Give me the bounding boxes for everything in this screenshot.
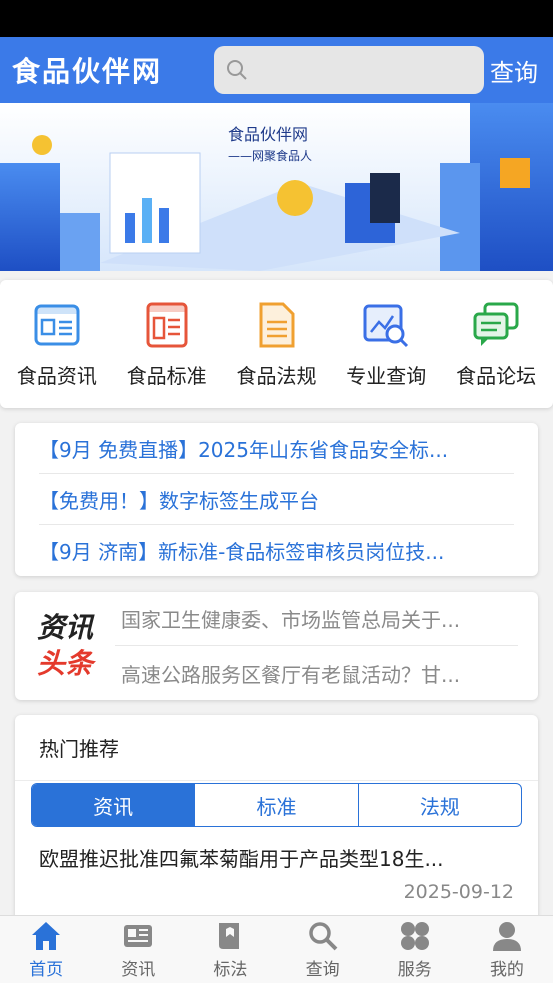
header: 食品伙伴网 查询 [0, 37, 553, 103]
tabbar-profile[interactable]: 我的 [461, 916, 553, 983]
tab-standards[interactable]: 标准 [195, 784, 359, 826]
tabbar-label: 首页 [29, 960, 64, 980]
tabbar-label: 查询 [305, 960, 340, 980]
tabbar-label: 服务 [397, 960, 432, 980]
notice-link[interactable]: 【9月 免费直播】2025年山东省食品安全标... [39, 423, 514, 474]
quick-nav-label: 专业查询 [346, 364, 427, 388]
hot-tabs: 资讯 标准 法规 [31, 783, 522, 827]
quick-nav-news[interactable]: 食品资讯 [2, 280, 112, 408]
tabbar-standards[interactable]: 标法 [184, 916, 276, 983]
quick-nav-query[interactable]: 专业查询 [331, 280, 441, 408]
tabbar-query[interactable]: 查询 [277, 916, 369, 983]
quick-nav-regulations[interactable]: 食品法规 [222, 280, 332, 408]
notice-list: 【9月 免费直播】2025年山东省食品安全标... 【免费用！】数字标签生成平台… [15, 423, 538, 576]
news-icon [124, 925, 153, 947]
tabbar-label: 标法 [213, 960, 248, 980]
regulation-doc-icon [259, 302, 295, 348]
tabbar-home[interactable]: 首页 [0, 916, 92, 983]
article-date: 2025-09-12 [403, 881, 514, 903]
quick-nav-label: 食品论坛 [456, 364, 537, 388]
notice-link[interactable]: 【免费用！】数字标签生成平台 [39, 474, 514, 525]
tabbar-news[interactable]: 资讯 [92, 916, 184, 983]
search-icon [308, 922, 338, 951]
banner-title: 食品伙伴网 [228, 125, 309, 144]
promo-banner[interactable]: 食品伙伴网 ——网聚食品人 [0, 103, 553, 271]
news-card-icon [34, 304, 80, 346]
tab-news[interactable]: 资讯 [32, 784, 196, 826]
quick-nav-standards[interactable]: 食品标准 [112, 280, 222, 408]
section-title: 热门推荐 [15, 715, 538, 781]
hot-recommend: 热门推荐 资讯 标准 法规 欧盟推迟批准四氟苯菊酯用于产品类型18生... 20… [15, 715, 538, 925]
search-input[interactable] [256, 59, 476, 81]
notice-link[interactable]: 【9月 济南】新标准-食品标签审核员岗位技... [39, 525, 514, 576]
book-icon [219, 923, 240, 949]
quick-nav: 食品资讯 食品标准 食品法规 专业查询 食品论坛 [0, 280, 553, 408]
headline-logo-line2: 头条 [36, 647, 93, 680]
home-icon [32, 922, 61, 950]
site-logo[interactable]: 食品伙伴网 [12, 50, 202, 90]
query-button[interactable]: 查询 [490, 53, 538, 88]
headline-list: 国家卫生健康委、市场监管总局关于... 高速公路服务区餐厅有老鼠活动？甘... [115, 592, 538, 700]
quick-nav-label: 食品标准 [126, 364, 207, 388]
search-icon [227, 60, 247, 80]
tabbar-label: 我的 [489, 960, 524, 980]
quick-nav-label: 食品资讯 [16, 364, 97, 388]
quick-nav-label: 食品法规 [236, 364, 317, 388]
headline-news: 资讯 头条 国家卫生健康委、市场监管总局关于... 高速公路服务区餐厅有老鼠活动… [15, 592, 538, 700]
tabbar-service[interactable]: 服务 [369, 916, 461, 983]
quick-nav-forum[interactable]: 食品论坛 [441, 280, 551, 408]
article-title[interactable]: 欧盟推迟批准四氟苯菊酯用于产品类型18生... [39, 843, 509, 872]
headline-item[interactable]: 国家卫生健康委、市场监管总局关于... [115, 592, 518, 646]
headline-logo: 资讯 头条 [15, 592, 115, 700]
user-icon [492, 922, 521, 951]
headline-item[interactable]: 高速公路服务区餐厅有老鼠活动？甘... [115, 646, 518, 700]
headline-logo-line1: 资讯 [36, 610, 93, 644]
status-bar [0, 0, 553, 37]
search-report-icon [363, 304, 409, 348]
tab-regulations[interactable]: 法规 [359, 784, 521, 826]
forum-chat-icon [473, 302, 519, 346]
standard-doc-icon [146, 302, 188, 348]
search-box[interactable] [214, 46, 484, 94]
banner-slogan: ——网聚食品人 [228, 149, 313, 163]
bottom-tabbar: 首页 资讯 标法 查询 服务 我的 [0, 915, 553, 983]
service-grid-icon [400, 922, 429, 950]
tabbar-label: 资讯 [121, 960, 156, 980]
